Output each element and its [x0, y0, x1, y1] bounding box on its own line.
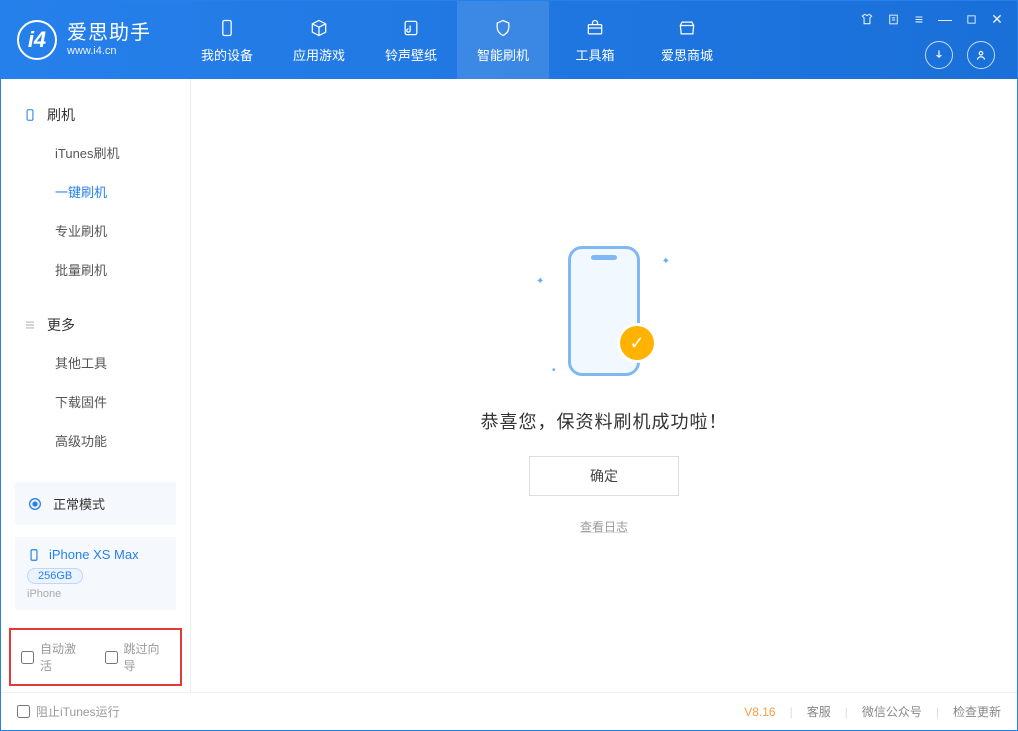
tab-store[interactable]: 爱思商城 [641, 1, 733, 79]
logo: i4 爱思助手 www.i4.cn [17, 20, 151, 60]
music-icon [400, 17, 422, 39]
list-icon [23, 318, 37, 332]
ok-button[interactable]: 确定 [529, 456, 679, 496]
auto-activate-input[interactable] [21, 651, 34, 664]
tab-label: 工具箱 [575, 45, 614, 64]
sparkle-icon: • [552, 365, 556, 376]
group-title: 刷机 [47, 105, 75, 125]
menu-icon[interactable]: ≡ [911, 11, 927, 27]
options-highlight-box: 自动激活 跳过向导 [9, 628, 182, 686]
minimize-button[interactable]: — [937, 11, 953, 27]
tab-flash[interactable]: 智能刷机 [457, 1, 549, 79]
device-type: iPhone [27, 588, 164, 600]
block-itunes-input[interactable] [17, 705, 30, 718]
sidebar-group-more: 更多 [1, 307, 190, 343]
tab-label: 应用游戏 [293, 45, 345, 64]
success-illustration: ✦ ✦ • ✓ [524, 236, 684, 386]
version-label: V8.16 [744, 705, 775, 719]
footer-link-support[interactable]: 客服 [807, 703, 831, 720]
footer-link-wechat[interactable]: 微信公众号 [862, 703, 922, 720]
sidebar: 刷机 iTunes刷机 一键刷机 专业刷机 批量刷机 更多 其他工具 下载固件 … [1, 79, 191, 692]
view-log-link[interactable]: 查看日志 [580, 518, 628, 535]
logo-icon: i4 [17, 20, 57, 60]
shield-icon [492, 17, 514, 39]
app-window: i4 爱思助手 www.i4.cn 我的设备 应用游戏 铃声壁纸 智能刷机 [0, 0, 1018, 731]
tab-label: 我的设备 [201, 45, 253, 64]
mode-label: 正常模式 [53, 494, 105, 513]
separator: | [790, 705, 793, 719]
tab-device[interactable]: 我的设备 [181, 1, 273, 79]
app-title: 爱思助手 [67, 21, 151, 45]
sidebar-group-flash: 刷机 [1, 97, 190, 133]
sidebar-item-other[interactable]: 其他工具 [1, 343, 190, 382]
sidebar-item-oneclick[interactable]: 一键刷机 [1, 172, 190, 211]
sidebar-item-pro[interactable]: 专业刷机 [1, 211, 190, 250]
tab-apps[interactable]: 应用游戏 [273, 1, 365, 79]
device-small-icon [27, 548, 41, 562]
device-name: iPhone XS Max [49, 547, 139, 562]
checkmark-badge-icon: ✓ [620, 326, 654, 360]
separator: | [936, 705, 939, 719]
skip-guide-checkbox[interactable]: 跳过向导 [105, 640, 171, 674]
tab-label: 铃声壁纸 [385, 45, 437, 64]
auto-activate-checkbox[interactable]: 自动激活 [21, 640, 87, 674]
footer-link-update[interactable]: 检查更新 [953, 703, 1001, 720]
device-icon [23, 108, 37, 122]
device-storage-badge: 256GB [27, 568, 83, 584]
user-button[interactable] [967, 41, 995, 69]
success-message: 恭喜您，保资料刷机成功啦！ [481, 408, 728, 434]
group-title: 更多 [47, 315, 75, 335]
body: 刷机 iTunes刷机 一键刷机 专业刷机 批量刷机 更多 其他工具 下载固件 … [1, 79, 1017, 692]
phone-icon [216, 17, 238, 39]
app-subtitle: www.i4.cn [67, 45, 151, 58]
sparkle-icon: ✦ [536, 276, 544, 287]
main-tabs: 我的设备 应用游戏 铃声壁纸 智能刷机 工具箱 爱思商城 [181, 1, 733, 79]
mode-box[interactable]: 正常模式 [15, 482, 176, 525]
tshirt-icon[interactable] [859, 11, 875, 27]
header: i4 爱思助手 www.i4.cn 我的设备 应用游戏 铃声壁纸 智能刷机 [1, 1, 1017, 79]
tab-toolbox[interactable]: 工具箱 [549, 1, 641, 79]
toolbox-icon [584, 17, 606, 39]
tab-ringtone[interactable]: 铃声壁纸 [365, 1, 457, 79]
separator: | [845, 705, 848, 719]
auto-activate-label: 自动激活 [40, 640, 87, 674]
block-itunes-checkbox[interactable]: 阻止iTunes运行 [17, 703, 120, 720]
footer: 阻止iTunes运行 V8.16 | 客服 | 微信公众号 | 检查更新 [1, 692, 1017, 730]
sidebar-item-itunes[interactable]: iTunes刷机 [1, 133, 190, 172]
tab-label: 智能刷机 [477, 45, 529, 64]
skip-guide-input[interactable] [105, 651, 118, 664]
store-icon [676, 17, 698, 39]
window-controls: ≡ — ✕ [859, 11, 1005, 27]
note-icon[interactable] [885, 11, 901, 27]
main-content: ✦ ✦ • ✓ 恭喜您，保资料刷机成功啦！ 确定 查看日志 [191, 79, 1017, 692]
sparkle-icon: ✦ [662, 256, 670, 267]
close-button[interactable]: ✕ [989, 11, 1005, 27]
device-box[interactable]: iPhone XS Max 256GB iPhone [15, 537, 176, 610]
download-button[interactable] [925, 41, 953, 69]
cube-icon [308, 17, 330, 39]
maximize-button[interactable] [963, 11, 979, 27]
sidebar-item-firmware[interactable]: 下载固件 [1, 382, 190, 421]
sidebar-item-batch[interactable]: 批量刷机 [1, 250, 190, 289]
header-action-buttons [925, 41, 995, 69]
block-itunes-label: 阻止iTunes运行 [36, 703, 120, 720]
tab-label: 爱思商城 [661, 45, 713, 64]
sidebar-item-advanced[interactable]: 高级功能 [1, 421, 190, 460]
mode-icon [27, 496, 43, 512]
skip-guide-label: 跳过向导 [124, 640, 171, 674]
